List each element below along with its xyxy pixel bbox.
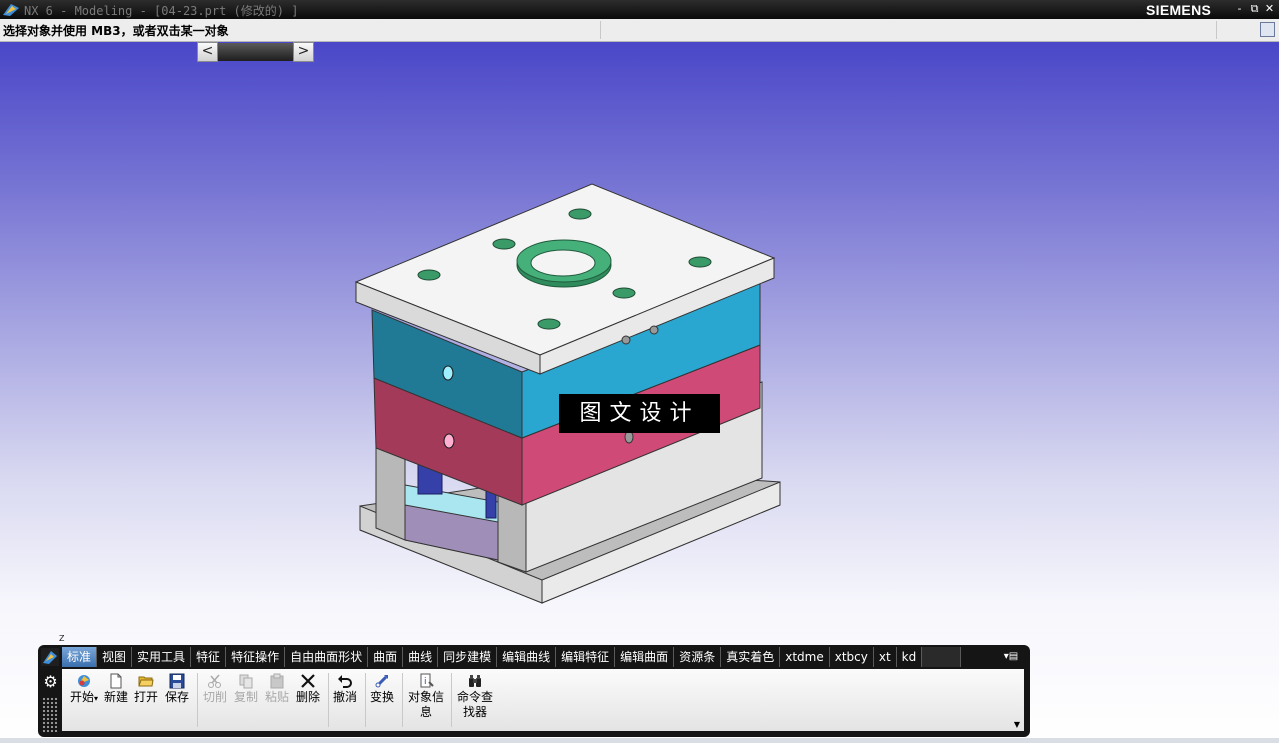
panel-separator <box>402 673 403 727</box>
watermark-label: 图文设计 <box>559 394 720 433</box>
tab-xtbcy[interactable]: xtbcy <box>830 647 874 667</box>
scroll-left-icon[interactable]: < <box>197 42 218 62</box>
command-finder-label-2: 找器 <box>462 705 487 719</box>
nx-start-icon[interactable] <box>41 648 59 666</box>
tab-curve[interactable]: 曲线 <box>403 647 439 667</box>
new-file-icon <box>110 673 122 689</box>
start-label: 开始 <box>69 690 94 704</box>
start-icon <box>78 675 90 687</box>
object-info-button[interactable]: i 对象信 息 <box>405 673 447 720</box>
open-folder-icon <box>138 676 154 687</box>
panel-more-icon[interactable]: ▼ <box>1014 720 1020 729</box>
tab-edit-surface[interactable]: 编辑曲面 <box>615 647 675 667</box>
ribbon-options-icon[interactable]: ▾▤ <box>1001 649 1021 665</box>
transform-label: 变换 <box>369 690 394 704</box>
tab-edit-feature[interactable]: 编辑特征 <box>556 647 616 667</box>
ribbon-toolbar: ⚙ 标准 视图 实用工具 特征 特征操作 自由曲面形状 曲面 曲线 同步建模 编辑曲线 编辑特征 编辑… <box>38 645 1030 737</box>
tab-freeform[interactable]: 自由曲面形状 <box>285 647 369 667</box>
status-strip <box>0 738 1279 743</box>
undo-arrow-icon <box>338 675 352 688</box>
panel-separator <box>328 673 329 727</box>
svg-text:i: i <box>424 677 427 687</box>
ribbon-tabs: 标准 视图 实用工具 特征 特征操作 自由曲面形状 曲面 曲线 同步建模 编辑曲线 编辑特征 编辑曲面… <box>62 647 962 667</box>
axis-label: Z <box>59 634 65 643</box>
scroll-right-icon[interactable]: > <box>293 42 314 62</box>
panel-separator <box>365 673 366 727</box>
save-button[interactable]: 保存 <box>163 673 191 705</box>
paste-button[interactable]: 粘贴 <box>263 673 291 705</box>
delete-x-icon <box>301 674 315 688</box>
object-info-label-2: 息 <box>419 705 432 719</box>
copy-label: 复制 <box>233 690 258 704</box>
title-bar: NX 6 - Modeling - [04-23.prt (修改的) ] SIE… <box>0 0 1279 19</box>
cue-line: 选择对象并使用 MB3，或者双击某一对象 <box>0 19 1279 42</box>
cut-label: 切削 <box>202 690 227 704</box>
tab-utilities[interactable]: 实用工具 <box>132 647 192 667</box>
delete-button[interactable]: 删除 <box>294 673 322 705</box>
copy-icon <box>239 674 253 689</box>
save-disk-icon <box>169 673 185 689</box>
nx-logo-icon <box>3 4 19 16</box>
command-finder-button[interactable]: 命令查 找器 <box>454 673 496 720</box>
tab-surface[interactable]: 曲面 <box>368 647 404 667</box>
object-info-label-1: 对象信 <box>407 690 444 704</box>
close-button[interactable]: ✕ <box>1262 2 1277 16</box>
ribbon-left-strip: ⚙ <box>38 645 62 737</box>
tab-standard[interactable]: 标准 <box>62 647 98 667</box>
view-scroller[interactable]: < > <box>197 42 314 62</box>
tab-empty <box>922 647 962 667</box>
tab-true-shading[interactable]: 真实着色 <box>721 647 781 667</box>
command-finder-label-1: 命令查 <box>456 690 493 704</box>
siemens-brand: SIEMENS <box>1146 2 1212 18</box>
command-panel: 开始▾ 新建 打开 保存 切削 复制 粘贴 删除 撤消 变换 i 对象信 息 命… <box>62 669 1024 731</box>
scissors-icon <box>208 674 221 688</box>
tab-view[interactable]: 视图 <box>97 647 133 667</box>
tab-edit-curve[interactable]: 编辑曲线 <box>497 647 557 667</box>
tab-synchronous[interactable]: 同步建模 <box>438 647 498 667</box>
resource-bar-toggle-icon[interactable] <box>1260 22 1275 37</box>
save-label: 保存 <box>164 690 189 704</box>
binoculars-icon <box>469 675 481 687</box>
panel-separator <box>451 673 452 727</box>
paste-icon <box>270 673 284 689</box>
tab-feature-operation[interactable]: 特征操作 <box>226 647 286 667</box>
restore-button[interactable]: ⧉ <box>1247 2 1262 16</box>
new-button[interactable]: 新建 <box>102 673 130 705</box>
transform-button[interactable]: 变换 <box>368 673 396 705</box>
tab-xtdme[interactable]: xtdme <box>780 647 830 667</box>
tab-feature[interactable]: 特征 <box>191 647 227 667</box>
paste-label: 粘贴 <box>264 690 289 704</box>
copy-button[interactable]: 复制 <box>232 673 260 705</box>
minimize-button[interactable]: - <box>1232 2 1247 16</box>
cut-button[interactable]: 切削 <box>201 673 229 705</box>
undo-label: 撤消 <box>332 690 357 704</box>
delete-label: 删除 <box>295 690 320 704</box>
tab-kd[interactable]: kd <box>897 647 923 667</box>
open-label: 打开 <box>133 690 158 704</box>
window-title: NX 6 - Modeling - [04-23.prt (修改的) ] <box>24 4 299 18</box>
tab-xt[interactable]: xt <box>874 647 897 667</box>
undo-button[interactable]: 撤消 <box>331 673 359 705</box>
gear-icon[interactable]: ⚙ <box>41 672 60 691</box>
tab-resource-bar[interactable]: 资源条 <box>674 647 722 667</box>
new-label: 新建 <box>103 690 128 704</box>
open-button[interactable]: 打开 <box>132 673 160 705</box>
info-icon: i <box>420 673 434 688</box>
panel-separator <box>197 673 198 727</box>
graphics-viewport[interactable]: 图文设计 <box>0 42 1279 743</box>
cue-divider <box>1216 21 1217 39</box>
mold-model[interactable] <box>0 42 1279 743</box>
transform-icon <box>375 675 388 688</box>
start-button[interactable]: 开始▾ <box>68 673 100 706</box>
cue-prompt: 选择对象并使用 MB3，或者双击某一对象 <box>3 24 229 38</box>
scroll-thumb[interactable] <box>218 43 293 61</box>
grip-handle-icon[interactable] <box>42 697 58 733</box>
cue-divider <box>600 21 601 39</box>
